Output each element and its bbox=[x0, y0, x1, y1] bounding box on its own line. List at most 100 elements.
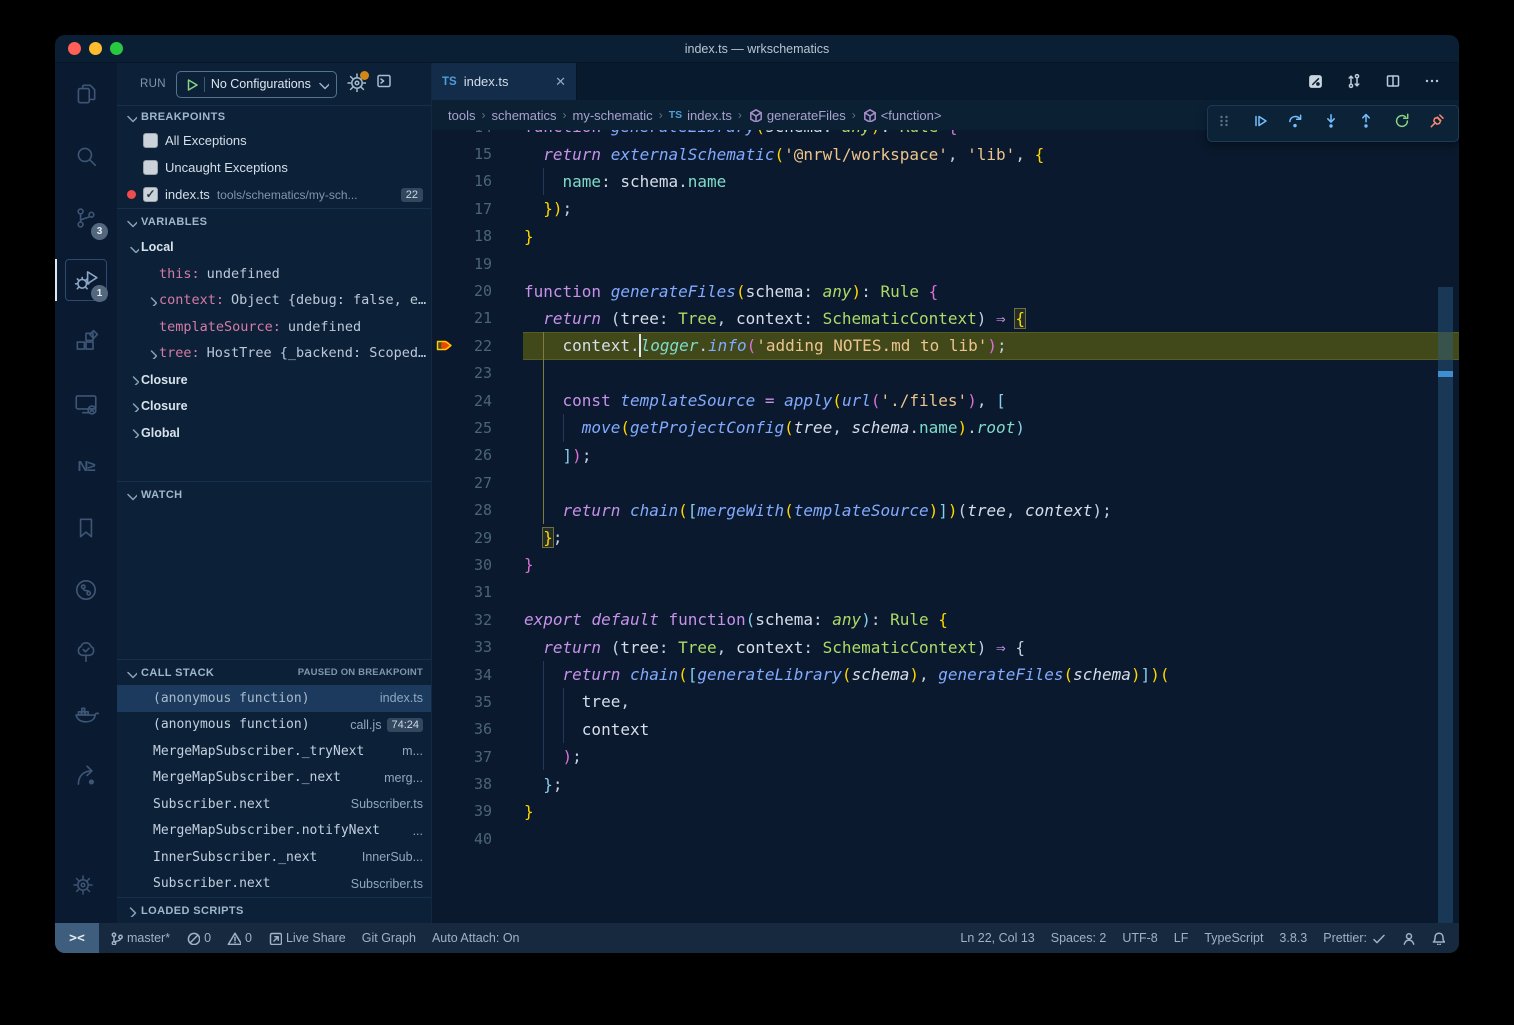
code-line-21[interactable]: 21 return (tree: Tree, context: Schemati… bbox=[432, 305, 1459, 332]
call-stack-frame[interactable]: MergeMapSubscriber._tryNextm... bbox=[117, 738, 431, 765]
debug-continue-icon[interactable] bbox=[1252, 113, 1273, 134]
code-line-23[interactable]: 23 bbox=[432, 360, 1459, 387]
code-line-40[interactable]: 40 bbox=[432, 825, 1459, 852]
debug-settings-button[interactable] bbox=[347, 73, 366, 95]
call-stack-section-header[interactable]: CALL STACK PAUSED ON BREAKPOINT bbox=[117, 659, 431, 685]
debug-step-into-icon[interactable] bbox=[1323, 113, 1344, 134]
call-stack-frame[interactable]: Subscriber.nextSubscriber.ts bbox=[117, 871, 431, 898]
breakpoints-section-header[interactable]: BREAKPOINTS bbox=[117, 105, 431, 127]
more-actions-icon[interactable] bbox=[1424, 73, 1441, 90]
breadcrumb-item[interactable]: tools bbox=[448, 108, 475, 123]
status-item-ln-22-col-13[interactable]: Ln 22, Col 13 bbox=[960, 931, 1034, 945]
breakpoint-row[interactable]: Uncaught Exceptions bbox=[117, 154, 431, 181]
call-stack-frame[interactable]: MergeMapSubscriber.notifyNext... bbox=[117, 818, 431, 845]
compare-changes-icon[interactable] bbox=[1346, 73, 1363, 90]
launch-configuration-dropdown[interactable]: No Configurations bbox=[176, 71, 337, 98]
close-tab-icon[interactable]: ✕ bbox=[555, 74, 566, 90]
variables-scope-row[interactable]: Closure bbox=[117, 393, 431, 420]
code-line-31[interactable]: 31 bbox=[432, 579, 1459, 606]
debug-disconnect-icon[interactable] bbox=[1429, 113, 1450, 134]
code-line-24[interactable]: 24 const templateSource = apply(url('./f… bbox=[432, 387, 1459, 414]
minimize-window-button[interactable] bbox=[89, 42, 102, 55]
variables-scope-row[interactable]: Global bbox=[117, 420, 431, 447]
activity-item-run-and-debug[interactable]: 1 bbox=[55, 249, 117, 311]
code-line-20[interactable]: 20function generateFiles(schema: any): R… bbox=[432, 277, 1459, 304]
debug-restart-icon[interactable] bbox=[1394, 113, 1415, 134]
activity-item-settings[interactable] bbox=[55, 857, 117, 919]
activity-item-search[interactable] bbox=[55, 125, 117, 187]
breakpoint-row[interactable]: All Exceptions bbox=[117, 127, 431, 154]
toolbar-grip-icon[interactable] bbox=[1216, 113, 1237, 134]
zoom-window-button[interactable] bbox=[110, 42, 123, 55]
status-item-master[interactable]: master* bbox=[109, 931, 170, 945]
code-line-29[interactable]: 29 }; bbox=[432, 524, 1459, 551]
activity-item-source-control[interactable]: 3 bbox=[55, 187, 117, 249]
status-item-prettier[interactable]: Prettier: bbox=[1323, 931, 1385, 945]
activity-item-docker[interactable] bbox=[55, 683, 117, 745]
call-stack-frame[interactable]: (anonymous function)index.ts bbox=[117, 685, 431, 712]
code-editor[interactable]: 14function generateLibrary(schema: any):… bbox=[432, 130, 1459, 923]
watch-section-header[interactable]: WATCH bbox=[117, 481, 431, 507]
variable-row[interactable]: this:undefined bbox=[117, 261, 431, 288]
call-stack-frame[interactable]: Subscriber.nextSubscriber.ts bbox=[117, 791, 431, 818]
close-window-button[interactable] bbox=[68, 42, 81, 55]
activity-item-extensions[interactable] bbox=[55, 311, 117, 373]
code-line-22[interactable]: 22 context.logger.info('adding NOTES.md … bbox=[432, 332, 1459, 359]
debug-step-out-icon[interactable] bbox=[1358, 113, 1379, 134]
variable-row[interactable]: tree:HostTree {_backend: ScopedH… bbox=[117, 340, 431, 367]
code-line-17[interactable]: 17 }); bbox=[432, 195, 1459, 222]
activity-item-explorer[interactable] bbox=[55, 63, 117, 125]
status-item-live-share[interactable]: Live Share bbox=[268, 931, 346, 945]
open-changes-icon[interactable] bbox=[1307, 73, 1324, 90]
code-line-28[interactable]: 28 return chain([mergeWith(templateSourc… bbox=[432, 496, 1459, 523]
code-line-30[interactable]: 30} bbox=[432, 551, 1459, 578]
code-line-32[interactable]: 32export default function(schema: any): … bbox=[432, 606, 1459, 633]
breadcrumb-item[interactable]: generateFiles bbox=[748, 108, 846, 123]
code-line-15[interactable]: 15 return externalSchematic('@nrwl/works… bbox=[432, 140, 1459, 167]
remote-indicator[interactable]: >< bbox=[55, 923, 99, 953]
breadcrumb-item[interactable]: my-schematic bbox=[573, 108, 653, 123]
activity-item-test-explorer[interactable] bbox=[55, 621, 117, 683]
variable-row[interactable]: context:Object {debug: false, en… bbox=[117, 287, 431, 314]
variable-row[interactable]: templateSource:undefined bbox=[117, 314, 431, 341]
code-line-33[interactable]: 33 return (tree: Tree, context: Schemati… bbox=[432, 633, 1459, 660]
code-line-26[interactable]: 26 ]); bbox=[432, 442, 1459, 469]
activity-item-bookmarks[interactable] bbox=[55, 497, 117, 559]
loaded-scripts-section-header[interactable]: LOADED SCRIPTS bbox=[117, 897, 431, 923]
status-item-git-graph[interactable]: Git Graph bbox=[362, 931, 416, 945]
code-line-38[interactable]: 38 }; bbox=[432, 770, 1459, 797]
status-item[interactable] bbox=[1431, 931, 1445, 945]
variables-section-header[interactable]: VARIABLES bbox=[117, 208, 431, 234]
call-stack-frame[interactable]: MergeMapSubscriber._nextmerg... bbox=[117, 765, 431, 792]
split-editor-icon[interactable] bbox=[1385, 73, 1402, 90]
activity-item-remote-explorer[interactable] bbox=[55, 373, 117, 435]
code-line-25[interactable]: 25 move(getProjectConfig(tree, schema.na… bbox=[432, 414, 1459, 441]
breadcrumb-item[interactable]: <function> bbox=[862, 108, 942, 123]
code-line-36[interactable]: 36 context bbox=[432, 716, 1459, 743]
breadcrumb-item[interactable]: schematics bbox=[491, 108, 556, 123]
call-stack-frame[interactable]: (anonymous function)call.js74:24 bbox=[117, 712, 431, 739]
status-item-0[interactable]: 0 bbox=[186, 931, 211, 945]
code-line-16[interactable]: 16 name: schema.name bbox=[432, 168, 1459, 195]
code-line-34[interactable]: 34 return chain([generateLibrary(schema)… bbox=[432, 661, 1459, 688]
breakpoint-checkbox[interactable] bbox=[143, 187, 158, 202]
status-item-utf-8[interactable]: UTF-8 bbox=[1122, 931, 1157, 945]
variables-scope-row[interactable]: Local bbox=[117, 234, 431, 261]
debug-step-over-icon[interactable] bbox=[1287, 113, 1308, 134]
activity-item-git-history[interactable] bbox=[55, 559, 117, 621]
status-item-typescript[interactable]: TypeScript bbox=[1204, 931, 1263, 945]
variables-scope-row[interactable]: Closure bbox=[117, 367, 431, 394]
status-item-0[interactable]: 0 bbox=[227, 931, 252, 945]
code-line-27[interactable]: 27 bbox=[432, 469, 1459, 496]
code-line-35[interactable]: 35 tree, bbox=[432, 688, 1459, 715]
code-line-39[interactable]: 39} bbox=[432, 798, 1459, 825]
status-item-3-8-3[interactable]: 3.8.3 bbox=[1279, 931, 1307, 945]
status-item[interactable] bbox=[1401, 931, 1415, 945]
activity-item-live-share[interactable] bbox=[55, 745, 117, 807]
activity-item-nx-console[interactable]: N≥ bbox=[55, 435, 117, 497]
call-stack-frame[interactable]: InnerSubscriber._nextInnerSub... bbox=[117, 844, 431, 871]
scrollbar[interactable] bbox=[1438, 130, 1453, 923]
start-debugging-icon[interactable] bbox=[184, 77, 198, 91]
code-line-19[interactable]: 19 bbox=[432, 250, 1459, 277]
scrollbar-thumb[interactable] bbox=[1438, 287, 1453, 923]
